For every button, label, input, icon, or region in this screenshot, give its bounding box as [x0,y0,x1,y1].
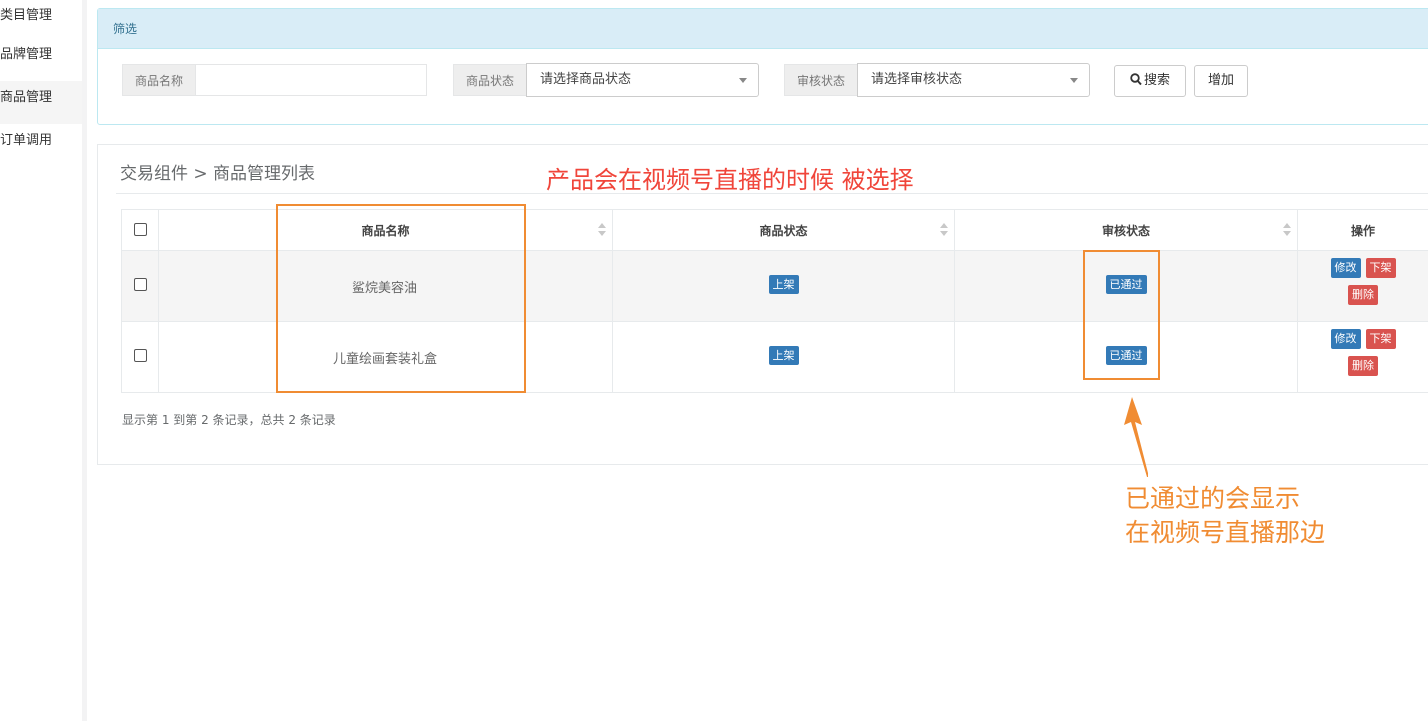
edit-button[interactable]: 修改 [1330,258,1361,278]
actions-cell: 修改 下架 删除 [1297,250,1428,322]
column-header-label: 审核状态 [1101,223,1150,238]
add-button[interactable]: 增加 [1194,65,1248,97]
sort-icon[interactable] [940,223,948,237]
product-status-select[interactable]: 请选择商品状态 [526,63,760,97]
select-all-checkbox[interactable] [133,223,147,236]
audit-status-label: 审核状态 [784,64,858,96]
row-checkbox[interactable] [133,277,147,291]
column-header-label: 商品状态 [759,223,808,238]
search-icon [1130,73,1142,86]
product-name-input[interactable] [195,64,428,96]
column-header-label: 操作 [1350,223,1375,238]
breadcrumb: 交易组件 > 商品管理列表 [120,164,316,184]
sort-icon[interactable] [598,223,606,237]
row-checkbox-cell [121,250,159,322]
search-button[interactable]: 搜索 [1114,65,1186,97]
add-button-label: 增加 [1207,73,1234,88]
row-checkbox-cell [121,321,159,393]
filter-panel-title: 筛选 [98,9,1428,49]
chevron-down-icon [1070,78,1079,83]
product-name-filter: 商品名称 [122,64,428,96]
audit-status-filter: 审核状态 请选择审核状态 [784,63,1091,97]
column-header-actions: 操作 [1297,209,1428,251]
chevron-down-icon [739,78,748,83]
audit-status-select-value: 请选择审核状态 [871,72,963,87]
product-status-cell: 上架 [612,250,955,322]
sort-icon[interactable] [1283,223,1291,237]
annotation-top-note: 产品会在视频号直播的时候 被选择 [546,166,914,194]
sidebar-menu: 类目管理 品牌管理 商品管理 订单调用 [0,0,87,721]
sidebar-item-brand[interactable]: 品牌管理 [0,38,82,81]
sidebar-item-products[interactable]: 商品管理 [0,81,82,124]
take-off-shelf-button[interactable]: 下架 [1365,258,1396,278]
annotation-side-note: 已通过的会显示 在视频号直播那边 [1125,482,1325,550]
select-all-cell [121,209,159,251]
annotation-box-audit-status [1083,250,1160,380]
status-badge: 上架 [768,274,799,294]
row-checkbox[interactable] [133,348,147,362]
annotation-side-note-line2: 在视频号直播那边 [1125,518,1326,547]
search-button-label: 搜索 [1143,73,1170,88]
take-off-shelf-button[interactable]: 下架 [1365,329,1396,349]
annotation-box-product-name [276,204,526,393]
sidebar-item-category[interactable]: 类目管理 [0,0,82,38]
filter-panel: 筛选 商品名称 商品状态 请选择商品状态 审核状态 请选择审核状态 搜索 增加 [97,8,1428,125]
product-status-cell: 上架 [612,321,955,393]
sidebar-item-orders[interactable]: 订单调用 [0,124,82,167]
audit-status-select[interactable]: 请选择审核状态 [857,63,1091,97]
edit-button[interactable]: 修改 [1330,329,1361,349]
column-header-audit[interactable]: 审核状态 [954,209,1298,251]
actions-cell: 修改 下架 删除 [1297,321,1428,393]
annotation-arrow-icon [1124,397,1148,477]
column-header-status[interactable]: 商品状态 [612,209,955,251]
product-status-select-value: 请选择商品状态 [540,72,632,87]
product-name-label: 商品名称 [122,64,196,96]
status-badge: 上架 [768,345,799,365]
pagination-info: 显示第 1 到第 2 条记录，总共 2 条记录 [122,413,336,427]
annotation-side-note-line1: 已通过的会显示 [1125,484,1301,513]
delete-button[interactable]: 删除 [1348,356,1378,376]
delete-button[interactable]: 删除 [1348,285,1378,305]
product-status-filter: 商品状态 请选择商品状态 [453,63,760,97]
product-status-label: 商品状态 [453,64,527,96]
